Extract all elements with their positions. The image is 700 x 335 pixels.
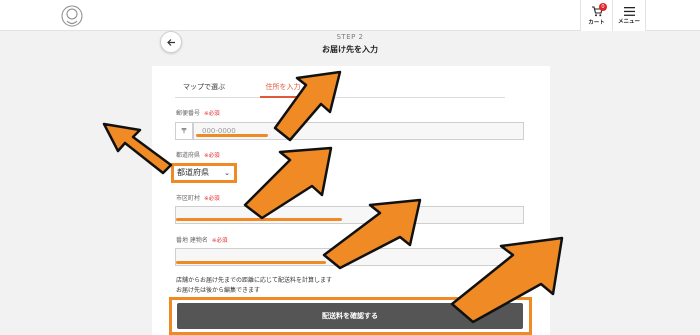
city-input[interactable] [175, 206, 524, 224]
zip-prefix: 〒 [175, 122, 193, 140]
highlight-underline [176, 218, 342, 221]
logo-icon[interactable] [60, 4, 84, 28]
city-label: 市区町村 ※必須 [176, 193, 220, 202]
pref-label: 都道府県 ※必須 [176, 150, 220, 159]
required-mark: ※必須 [204, 153, 220, 159]
city-label-text: 市区町村 [176, 195, 201, 202]
street-label: 番地 建物名 ※必須 [176, 235, 228, 244]
hamburger-icon [623, 6, 635, 16]
tab-bar: マップで選ぶ 住所を入力 [175, 80, 505, 98]
required-mark: ※必須 [211, 238, 228, 244]
highlight-underline [176, 261, 326, 264]
zip-label: 郵便番号 ※必須 [176, 108, 220, 117]
distance-note: 店舗からお届け先までの距離に応じて配送料を計算します [176, 277, 333, 284]
required-mark: ※必須 [204, 196, 220, 202]
tab-map[interactable]: マップで選ぶ [183, 80, 225, 98]
menu-label: メニュー [617, 18, 640, 25]
pref-label-text: 都道府県 [176, 152, 201, 159]
prefecture-value: 都道府県 [177, 168, 209, 177]
required-mark: ※必須 [204, 111, 220, 117]
step-label: STEP 2 [336, 33, 364, 41]
cart-count-badge: 0 [599, 3, 607, 11]
menu-button[interactable]: メニュー [612, 0, 646, 31]
confirm-shipping-button[interactable]: 配送料を確認する [177, 303, 523, 329]
top-header: 0 カート メニュー [0, 0, 700, 31]
page-title: お届け先を入力 [322, 45, 378, 54]
tab-address[interactable]: 住所を入力 [260, 80, 306, 98]
highlight-underline [196, 134, 268, 137]
zip-label-text: 郵便番号 [176, 110, 201, 117]
zip-input[interactable]: 000-0000 [193, 122, 524, 140]
chevron-down-icon: ⌄ [224, 169, 230, 177]
edit-note: お届け先は後から編集できます [176, 287, 261, 294]
cart-button[interactable]: 0 カート [580, 0, 612, 31]
submit-highlight: 配送料を確認する [169, 297, 532, 335]
prefecture-select[interactable]: 都道府県 ⌄ [171, 163, 237, 183]
cart-label: カート [588, 19, 605, 26]
street-label-text: 番地 建物名 [176, 237, 208, 244]
